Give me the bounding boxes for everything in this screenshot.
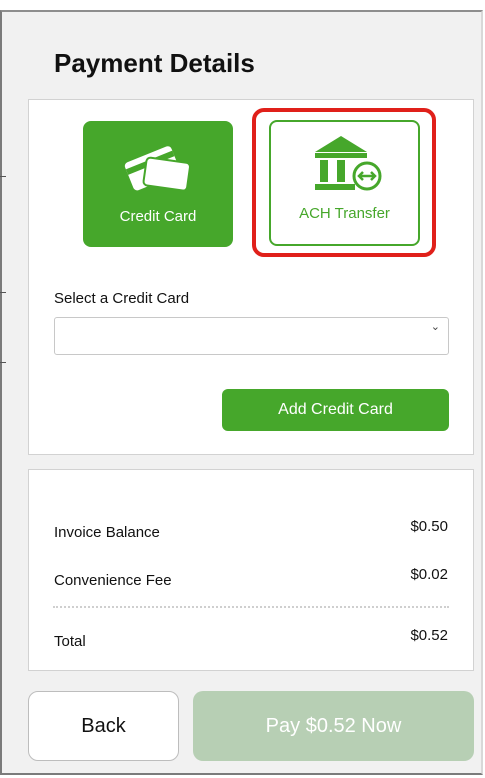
payment-summary-panel: Invoice Balance $0.50 Convenience Fee $0… <box>28 469 474 671</box>
credit-card-label: Credit Card <box>119 208 197 225</box>
back-button[interactable]: Back <box>28 691 179 761</box>
invoice-balance-label: Invoice Balance <box>54 524 160 541</box>
chevron-down-icon: ⌄ <box>430 321 440 333</box>
ach-transfer-label: ACH Transfer <box>299 205 390 222</box>
edge-tick <box>0 176 6 177</box>
total-label: Total <box>54 633 86 650</box>
edge-tick <box>0 362 6 363</box>
ach-transfer-method-button[interactable]: ACH Transfer <box>269 120 420 246</box>
add-credit-card-button[interactable]: Add Credit Card <box>222 389 449 431</box>
credit-cards-icon <box>123 139 195 198</box>
convenience-fee-label: Convenience Fee <box>54 572 172 589</box>
payment-method-panel: Credit Card ACH Transfer Select a Credit… <box>28 99 474 455</box>
pay-now-button[interactable]: Pay $0.52 Now <box>193 691 474 761</box>
payment-dialog: Payment Details Credit Card ACH Transfer… <box>0 10 483 775</box>
credit-card-method-button[interactable]: Credit Card <box>83 121 233 247</box>
edge-tick <box>0 292 6 293</box>
total-value: $0.52 <box>410 627 448 644</box>
bank-transfer-icon <box>311 132 391 201</box>
convenience-fee-value: $0.02 <box>410 566 448 583</box>
credit-card-select[interactable]: ⌄ <box>54 317 449 355</box>
page-title: Payment Details <box>54 48 255 78</box>
select-credit-card-label: Select a Credit Card <box>54 290 190 307</box>
invoice-balance-value: $0.50 <box>410 518 448 535</box>
summary-divider <box>53 606 449 608</box>
